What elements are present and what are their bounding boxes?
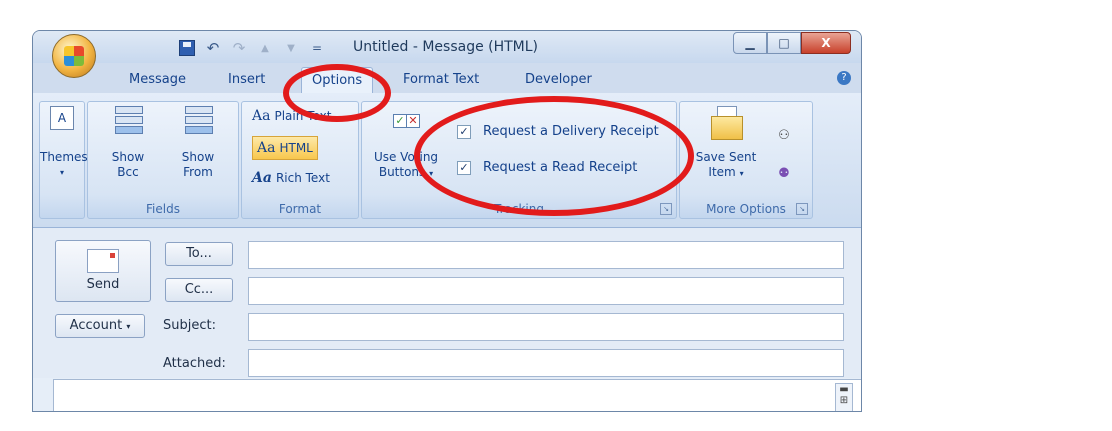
themes-caret-icon: ▾ — [59, 168, 64, 177]
fields-group-label: Fields — [146, 202, 180, 216]
save-sent-label-2: Item ▾ — [708, 165, 744, 179]
voting-label-1: Use Voting — [373, 150, 439, 164]
save-sent-item-button[interactable]: Save Sent Item ▾ — [686, 106, 766, 181]
account-label: Account — [69, 318, 123, 333]
bcc-field-icon — [113, 106, 143, 136]
save-icon[interactable] — [179, 40, 195, 56]
send-label: Send — [86, 277, 120, 292]
save-sent-item-icon — [709, 106, 743, 140]
subject-label: Subject: — [163, 318, 216, 333]
send-button[interactable]: Send — [55, 240, 151, 302]
tab-options[interactable]: Options — [301, 67, 374, 93]
maximize-button[interactable]: □ — [767, 32, 801, 54]
delivery-receipt-checkbox[interactable]: ✓ — [457, 124, 471, 139]
show-bcc-label-1: Show — [111, 150, 145, 164]
attached-field[interactable] — [248, 349, 844, 377]
plain-text-label: Plain Text — [274, 109, 332, 123]
help-icon[interactable]: ? — [837, 71, 851, 85]
plain-text-button[interactable]: Aa Plain Text — [252, 108, 331, 124]
format-group-label: Format — [278, 202, 322, 216]
message-body[interactable] — [53, 379, 861, 411]
show-from-label-1: Show — [181, 150, 215, 164]
title-bar: ↶ ↷ ▲ ▼ = Untitled - Message (HTML) ▁ □ … — [33, 31, 861, 63]
show-from-label-2: From — [183, 165, 213, 179]
delay-delivery-icon[interactable]: ⚇ — [776, 128, 792, 144]
tab-message[interactable]: Message — [129, 72, 186, 87]
account-button[interactable]: Account ▾ — [55, 314, 145, 338]
tab-format-text[interactable]: Format Text — [403, 72, 479, 87]
read-receipt-option[interactable]: ✓ Request a Read Receipt — [457, 160, 637, 175]
to-field[interactable] — [248, 241, 844, 269]
subject-field[interactable] — [248, 313, 844, 341]
html-label: HTML — [279, 141, 313, 155]
tab-insert[interactable]: Insert — [228, 72, 265, 87]
rich-text-button[interactable]: Aa Rich Text — [252, 170, 330, 186]
direct-replies-icon[interactable]: ⚉ — [776, 166, 792, 182]
office-logo-icon — [64, 46, 84, 66]
show-bcc-button[interactable]: Show Bcc — [98, 106, 158, 180]
redo-icon[interactable]: ↷ — [231, 39, 247, 57]
tracking-group: ✓ ✕ Use Voting Buttons ▾ ✓ Request a Deli… — [361, 101, 677, 219]
show-bcc-label-2: Bcc — [117, 165, 139, 179]
themes-group: A Themes ▾ — [39, 101, 88, 219]
cc-field[interactable] — [248, 277, 844, 305]
scroll-toggle-icon[interactable]: ▬ ⊞ — [835, 383, 853, 411]
delivery-receipt-option[interactable]: ✓ Request a Delivery Receipt — [457, 124, 659, 139]
office-button[interactable] — [52, 34, 96, 78]
message-header: Send To... Cc... Account ▾ Subject: Atta… — [33, 228, 861, 378]
more-options-group: Save Sent Item ▾ ⚇ ⚉ More Options ↘ — [679, 101, 813, 219]
window-title: Untitled - Message (HTML) — [353, 39, 539, 55]
close-button[interactable]: X — [801, 32, 851, 54]
fields-group: Show Bcc Show From Fields — [87, 101, 239, 219]
show-from-button[interactable]: Show From — [168, 106, 228, 180]
format-group: Aa Plain Text Aa HTML Aa Rich Text Format — [241, 101, 359, 219]
cc-button[interactable]: Cc... — [165, 278, 233, 302]
plain-text-icon: Aa — [252, 108, 271, 124]
message-window: ↶ ↷ ▲ ▼ = Untitled - Message (HTML) ▁ □ … — [32, 30, 862, 412]
window-controls: ▁ □ X — [733, 32, 851, 54]
read-receipt-checkbox[interactable]: ✓ — [457, 160, 471, 175]
more-options-dialog-launcher-icon[interactable]: ↘ — [796, 203, 808, 215]
voting-label-2: Buttons ▾ — [378, 165, 434, 179]
quick-access-toolbar: ↶ ↷ ▲ ▼ = — [121, 37, 325, 59]
delivery-receipt-label: Request a Delivery Receipt — [483, 124, 659, 139]
voting-icon: ✓ ✕ — [391, 106, 421, 136]
minimize-button[interactable]: ▁ — [733, 32, 767, 54]
themes-button[interactable]: A Themes ▾ — [40, 106, 88, 180]
ribbon-tabs: Message Insert Options Format Text Devel… — [33, 63, 861, 93]
attached-label: Attached: — [163, 356, 226, 371]
read-receipt-label: Request a Read Receipt — [483, 160, 638, 175]
to-button[interactable]: To... — [165, 242, 233, 266]
rich-text-label: Rich Text — [275, 171, 330, 185]
voting-buttons-button[interactable]: ✓ ✕ Use Voting Buttons ▾ — [366, 106, 446, 181]
themes-icon: A — [50, 106, 74, 130]
more-options-group-label: More Options — [706, 202, 786, 216]
html-button[interactable]: Aa HTML — [252, 136, 318, 160]
html-icon: Aa — [257, 140, 276, 156]
save-sent-label-1: Save Sent — [695, 150, 757, 164]
customize-toolbar-icon[interactable]: = — [309, 40, 325, 56]
themes-label: Themes — [40, 150, 88, 164]
account-caret-icon: ▾ — [126, 322, 131, 331]
rich-text-icon: Aa — [252, 170, 272, 186]
send-icon — [87, 249, 119, 273]
undo-icon[interactable]: ↶ — [205, 39, 221, 57]
ribbon: A Themes ▾ Show Bcc Show From Fields Aa P… — [33, 93, 861, 228]
previous-item-icon[interactable]: ▲ — [257, 40, 273, 56]
next-item-icon[interactable]: ▼ — [283, 40, 299, 56]
tracking-group-label: Tracking — [494, 202, 544, 216]
tracking-dialog-launcher-icon[interactable]: ↘ — [660, 203, 672, 215]
tab-developer[interactable]: Developer — [525, 72, 592, 87]
from-field-icon — [183, 106, 213, 136]
